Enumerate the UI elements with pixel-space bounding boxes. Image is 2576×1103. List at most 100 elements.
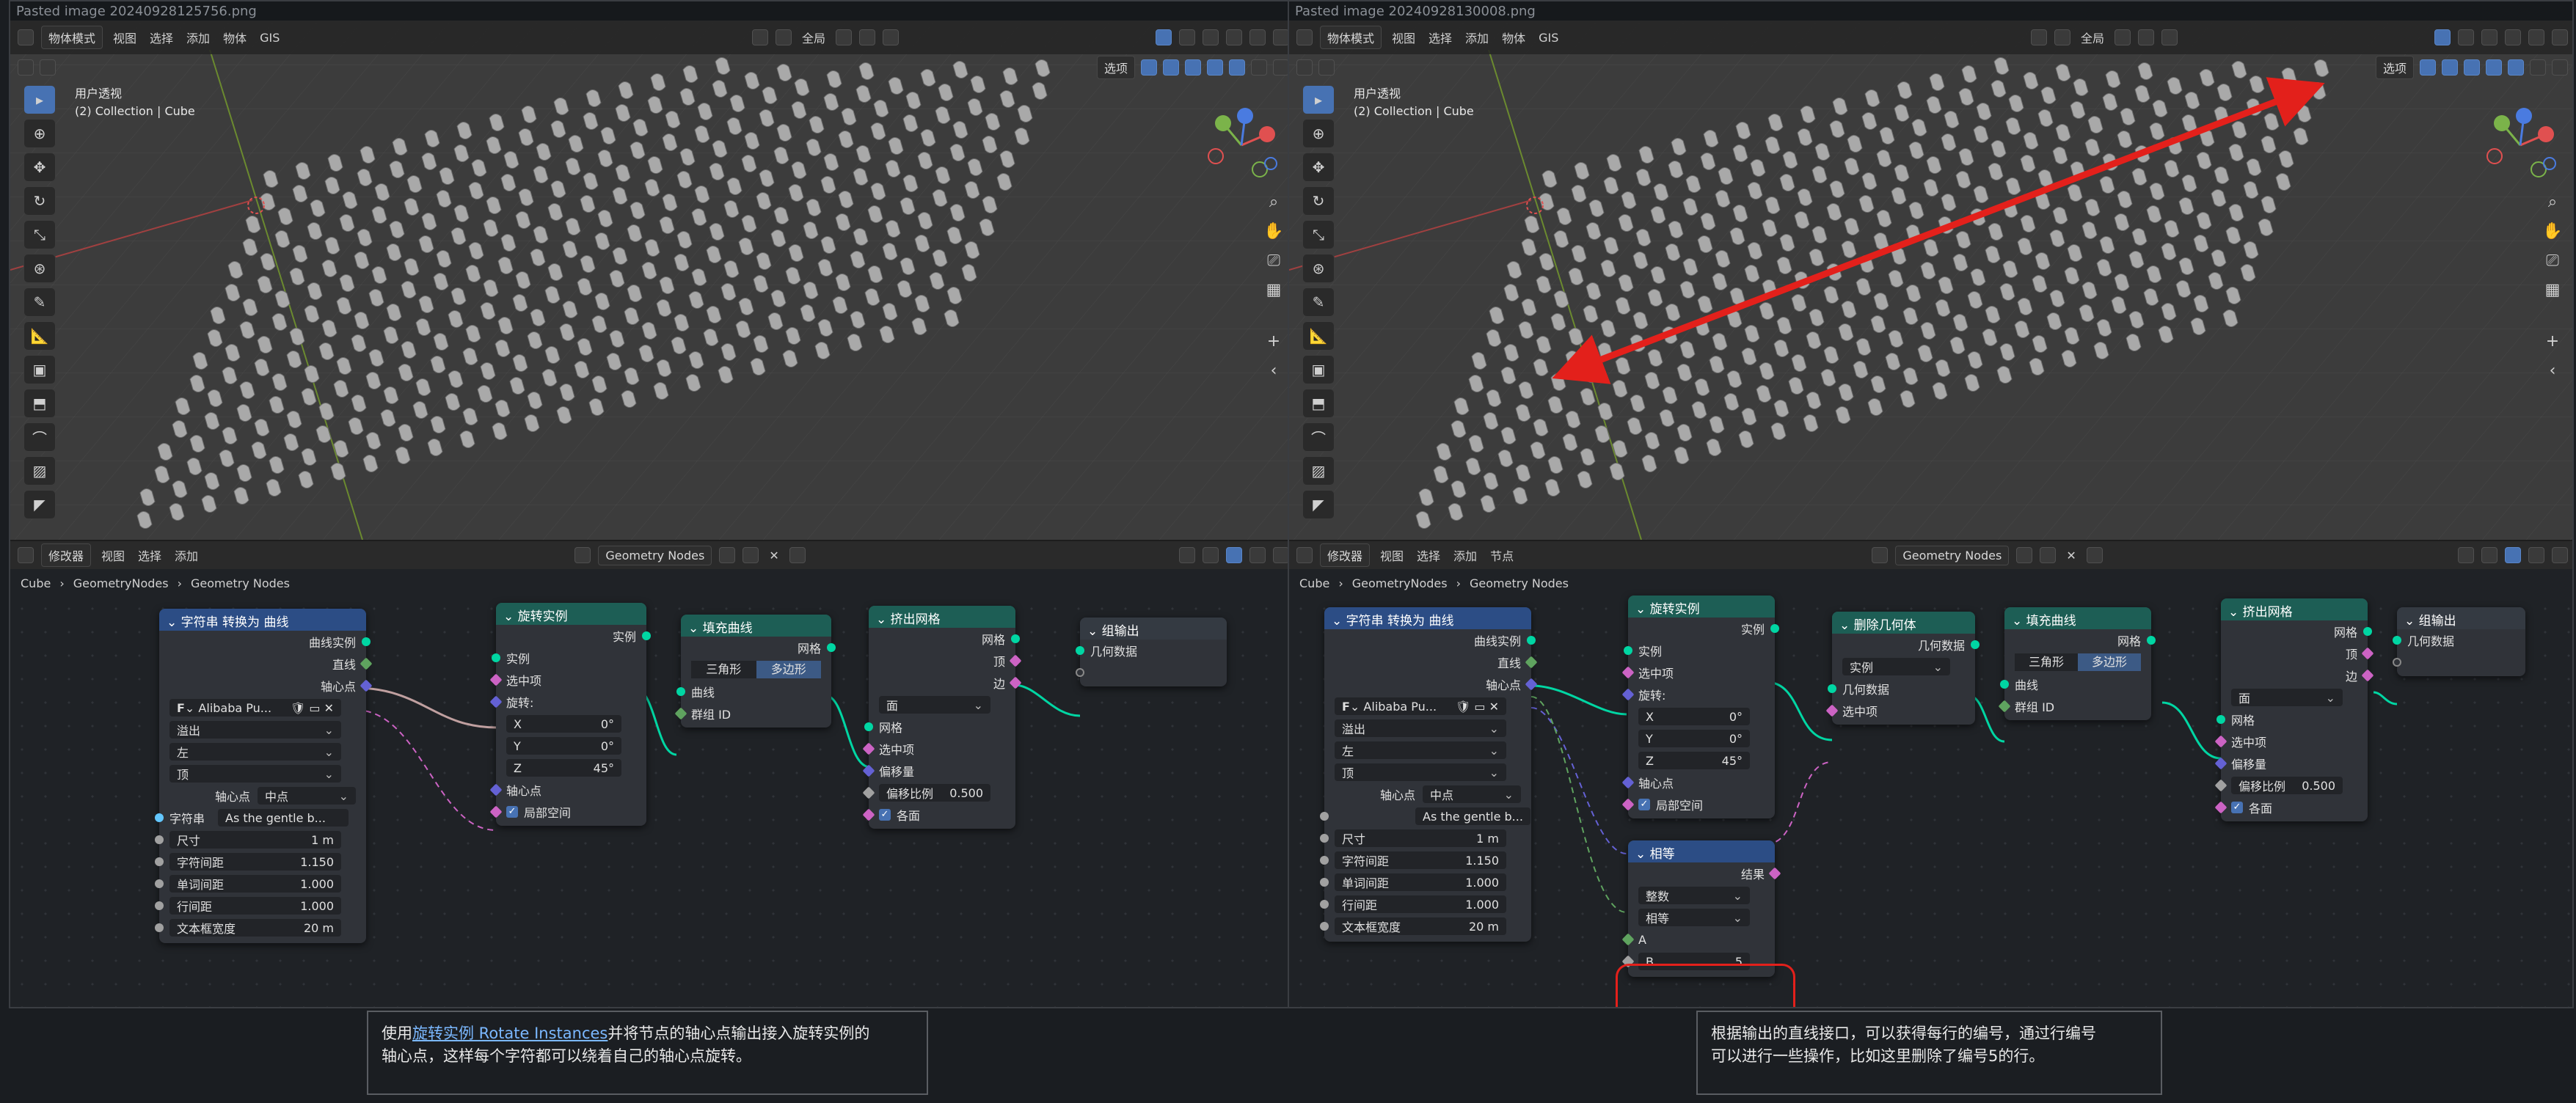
individual-checkbox[interactable]: ✓ xyxy=(879,809,891,821)
mesh-filter-icon[interactable] xyxy=(1185,59,1201,76)
node-header[interactable]: ⌄ 相等 xyxy=(1628,840,1775,862)
menu-object[interactable]: 物体 xyxy=(1499,29,1528,46)
socket-output[interactable] xyxy=(1527,636,1536,645)
pan-hand-icon[interactable]: ✋ xyxy=(2542,222,2564,244)
font-selector[interactable]: 𝗙⌄ Alibaba Pu... 🛡 ▭ ✕ xyxy=(1335,697,1506,715)
socket-input[interactable] xyxy=(862,764,875,777)
cursor-tool-icon[interactable]: ⊕ xyxy=(23,119,56,148)
camera-view-icon[interactable]: ⎚ xyxy=(1263,252,1285,274)
breadcrumb-tree[interactable]: Geometry Nodes xyxy=(1470,576,1569,590)
measure-tool-icon[interactable]: 📐 xyxy=(1302,321,1335,351)
visibility-filter-icon[interactable] xyxy=(2420,59,2436,76)
node-rotate-instances[interactable]: ⌄ 旋转实例 实例 实例 选中项 旋转: X 0° Y 0° Z 45° 轴心点 ✓ 局… xyxy=(1621,596,1779,818)
overlay-icon[interactable] xyxy=(2481,547,2498,563)
select-mode-icon[interactable] xyxy=(1318,59,1335,76)
node-header[interactable]: ⌄ 挤出网格 xyxy=(869,606,1015,628)
menu-view[interactable]: 视图 xyxy=(1377,546,1406,564)
snap-icon[interactable] xyxy=(2458,547,2475,563)
pin-icon[interactable] xyxy=(789,547,806,563)
node-string-to-curves[interactable]: ⌄ 字符串 转换为 曲线 曲线实例 直线 轴心点 𝗙⌄ Alibaba Pu..… xyxy=(1320,607,1538,942)
node-extrude-mesh[interactable]: ⌄ 挤出网格 网格 顶 边 面 网格 选中项 偏移量 偏移比例0.500 ✓ 各面 xyxy=(862,606,1022,829)
rotation-z-field[interactable]: Z 45° xyxy=(506,759,621,777)
breadcrumb-tree[interactable]: Geometry Nodes xyxy=(191,576,290,590)
menu-add[interactable]: 添加 xyxy=(1451,546,1480,564)
socket-input[interactable] xyxy=(1320,856,1329,865)
pen-tool-icon[interactable]: ◤ xyxy=(23,490,56,519)
node-tree-selector[interactable]: Geometry Nodes xyxy=(598,545,712,565)
light-filter-icon[interactable] xyxy=(1229,59,1245,76)
socket-input[interactable] xyxy=(862,808,875,821)
socket-input[interactable] xyxy=(155,901,164,910)
editor-mode-dropdown[interactable]: 修改器 xyxy=(41,543,92,567)
socket-input[interactable] xyxy=(1621,666,1635,679)
node-delete-geometry[interactable]: ⌄ 删除几何体 几何数据 实例 几何数据 选中项 xyxy=(1825,612,1980,725)
socket-input[interactable] xyxy=(2214,779,2227,792)
filter-icon[interactable] xyxy=(1251,59,1267,76)
extrude-tool-icon[interactable]: ⬒ xyxy=(1302,389,1335,418)
snap-icon[interactable] xyxy=(1179,547,1195,563)
node-header[interactable]: ⌄ 旋转实例 xyxy=(1628,596,1775,618)
pin-icon[interactable] xyxy=(2086,547,2103,563)
socket-input[interactable] xyxy=(155,923,164,932)
align-y-dropdown[interactable]: 顶 xyxy=(1335,763,1506,781)
node-header[interactable]: ⌄ 组输出 xyxy=(2397,607,2525,629)
shading-material-icon[interactable] xyxy=(1249,29,1266,45)
gizmo-toggle-icon[interactable] xyxy=(1156,29,1172,45)
socket-output[interactable] xyxy=(1768,867,1781,880)
pivot-icon[interactable] xyxy=(836,29,852,45)
socket-input[interactable] xyxy=(1320,900,1329,909)
pivot-icon[interactable] xyxy=(2115,29,2131,45)
overlay-icon[interactable] xyxy=(1179,29,1195,45)
xray-icon[interactable] xyxy=(1203,29,1219,45)
node-editor[interactable]: 修改器 视图 选择 添加 节点 Geometry Nodes ✕ Cube › G… xyxy=(1289,541,2572,1007)
node-header[interactable]: ⌄ 组输出 xyxy=(1080,618,1227,640)
rotate-tool-icon[interactable]: ↻ xyxy=(23,186,56,216)
extrude-mode-dropdown[interactable]: 面 xyxy=(879,696,990,714)
select-mode-icon[interactable] xyxy=(40,59,56,76)
offset-scale-field[interactable]: 偏移比例 0.500 xyxy=(879,784,990,802)
pivot-dropdown[interactable]: 中点 xyxy=(1423,785,1521,803)
menu-select[interactable]: 选择 xyxy=(135,546,164,564)
editor-type-icon[interactable] xyxy=(1296,547,1313,563)
breadcrumb-object[interactable]: Cube xyxy=(21,576,51,590)
socket-input[interactable] xyxy=(155,835,164,844)
align-x-dropdown[interactable]: 左 xyxy=(169,743,341,761)
socket-input[interactable] xyxy=(2214,735,2227,748)
socket-output[interactable] xyxy=(827,643,836,652)
select-box-icon[interactable] xyxy=(1296,59,1313,76)
menu-view[interactable]: 视图 xyxy=(98,546,128,564)
close-icon[interactable]: ✕ xyxy=(2063,549,2079,563)
node-editor[interactable]: 修改器 视图 选择 添加 Geometry Nodes ✕ Cube › Geom… xyxy=(10,541,1294,1007)
socket-input[interactable] xyxy=(1621,688,1635,701)
select-box-icon[interactable] xyxy=(18,59,34,76)
socket-output[interactable] xyxy=(362,637,371,646)
editor-type-icon[interactable] xyxy=(18,29,34,45)
select-tool-icon[interactable]: ▸ xyxy=(23,85,56,114)
node-compare[interactable]: ⌄ 相等 结果 整数 相等 A B5 xyxy=(1621,840,1781,977)
menu-select[interactable]: 选择 xyxy=(1426,29,1455,46)
overflow-dropdown[interactable]: 溢出 xyxy=(1335,719,1506,737)
snap-icon[interactable] xyxy=(859,29,875,45)
move-tool-icon[interactable]: ✥ xyxy=(1302,153,1335,182)
transform-orientation-icon[interactable] xyxy=(775,29,792,45)
domain-dropdown[interactable]: 实例 xyxy=(1842,658,1950,675)
node-header[interactable]: ⌄ 旋转实例 xyxy=(496,603,646,625)
socket-output[interactable] xyxy=(1009,654,1022,667)
size-field[interactable]: 尺寸 1 m xyxy=(1335,829,1506,847)
menu-select[interactable]: 选择 xyxy=(147,29,176,46)
socket-input[interactable] xyxy=(489,673,503,686)
menu-view[interactable]: 视图 xyxy=(110,29,139,46)
node-fill-curve[interactable]: ⌄ 填充曲线 网格 三角形 多边形 曲线 群组 ID xyxy=(674,615,836,728)
node-header[interactable]: ⌄ 填充曲线 xyxy=(2004,607,2151,629)
node-header[interactable]: ⌄ 字符串 转换为 曲线 xyxy=(1324,607,1531,629)
editor-mode-dropdown[interactable]: 修改器 xyxy=(1320,543,1371,567)
pivot-dropdown[interactable]: 中点 xyxy=(258,787,356,805)
socket-output[interactable] xyxy=(1525,678,1538,691)
fake-user-icon[interactable] xyxy=(719,547,736,563)
socket-output[interactable] xyxy=(2363,627,2372,636)
select-tool-icon[interactable]: ▸ xyxy=(1302,85,1335,114)
align-x-dropdown[interactable]: 左 xyxy=(1335,741,1506,759)
mode-triangle[interactable]: 三角形 xyxy=(2015,653,2078,671)
shading-render-icon[interactable] xyxy=(2552,29,2568,45)
settings-icon[interactable] xyxy=(2552,547,2569,563)
